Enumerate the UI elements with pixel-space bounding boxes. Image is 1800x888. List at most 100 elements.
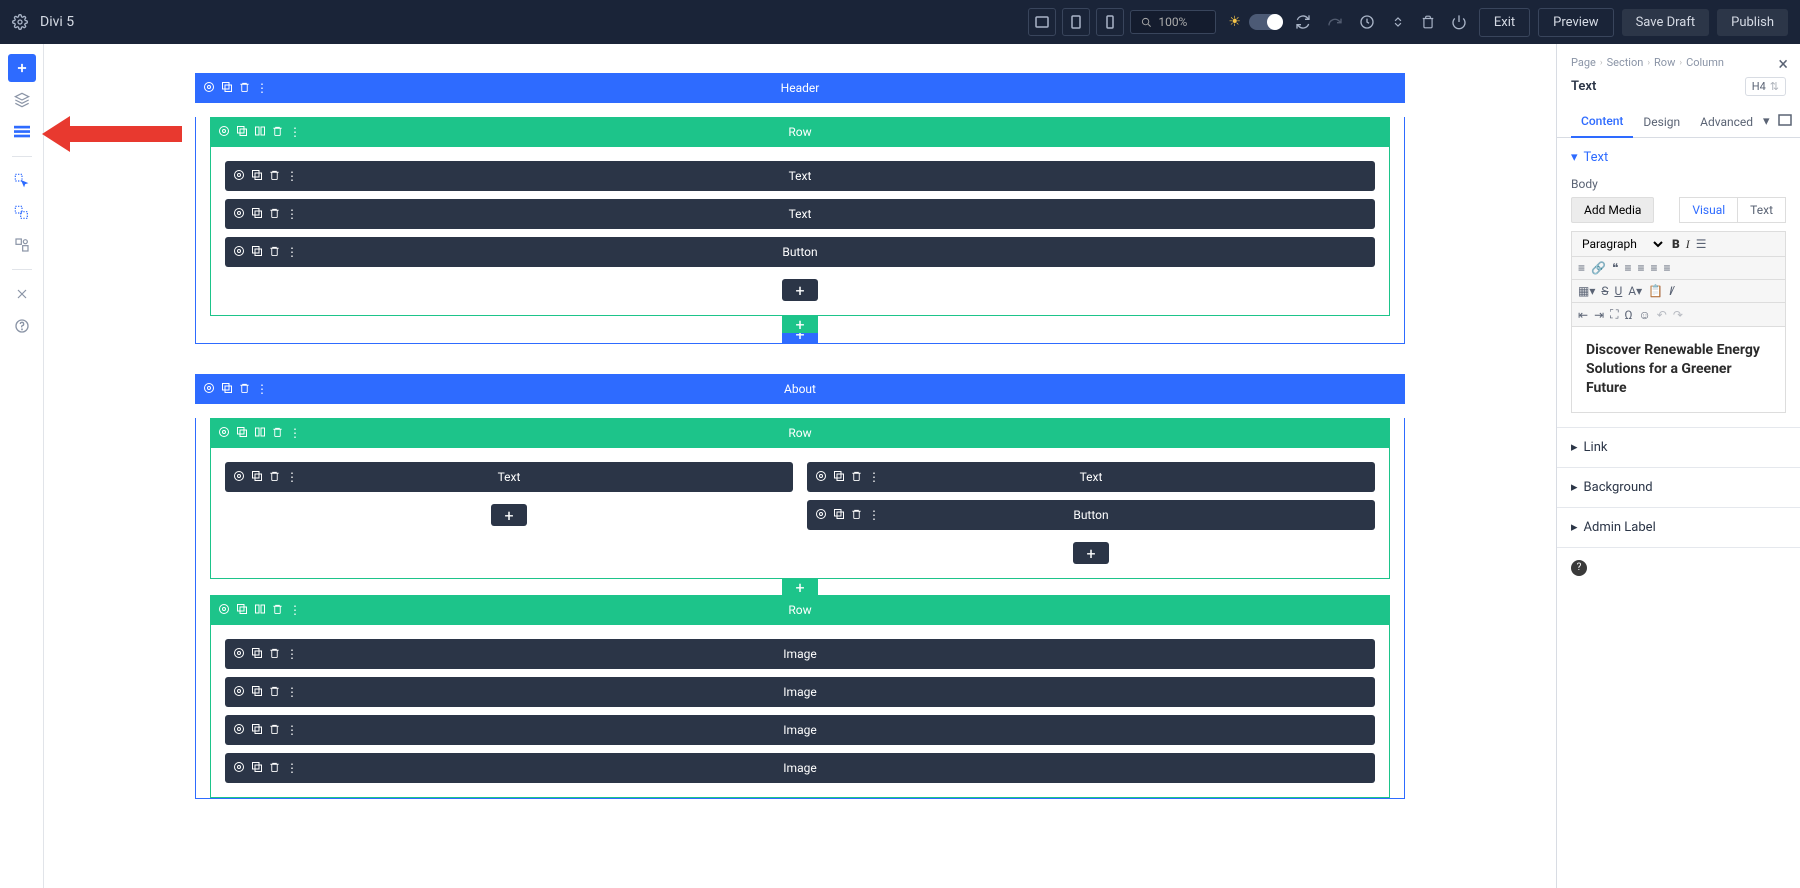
more-icon[interactable]: ⋮ [286, 470, 298, 484]
more-icon[interactable]: ⋮ [286, 207, 298, 221]
tab-content[interactable]: Content [1571, 106, 1633, 138]
settings-icon[interactable] [203, 81, 215, 95]
more-icon[interactable]: ⋮ [868, 470, 880, 484]
settings-icon[interactable] [815, 508, 827, 522]
module[interactable]: ⋮ Image [225, 639, 1375, 669]
align-left-icon[interactable]: ≡ [1624, 261, 1631, 275]
section-header[interactable]: ⋮ Header [195, 73, 1405, 103]
duplicate-icon[interactable] [251, 761, 263, 775]
add-element-button[interactable] [8, 54, 36, 82]
more-icon[interactable]: ⋮ [286, 169, 298, 183]
row-header[interactable]: ⋮ Row [210, 418, 1390, 448]
module[interactable]: ⋮ Text [225, 462, 793, 492]
wireframe-view-icon[interactable] [8, 118, 36, 146]
more-icon[interactable]: ⋮ [286, 761, 298, 775]
duplicate-icon[interactable] [221, 81, 233, 95]
expand-icon[interactable] [1778, 114, 1792, 129]
duplicate-icon[interactable] [251, 470, 263, 484]
accordion-admin-label[interactable]: ▸ Admin Label [1557, 508, 1800, 547]
add-media-button[interactable]: Add Media [1571, 197, 1654, 223]
power-icon[interactable] [1447, 10, 1471, 34]
columns-icon[interactable] [254, 603, 266, 617]
module[interactable]: ⋮ Button [225, 237, 1375, 267]
underline-icon[interactable]: U [1615, 284, 1623, 298]
row-header[interactable]: ⋮ Row [210, 117, 1390, 147]
tools-icon[interactable] [8, 280, 36, 308]
save-draft-button[interactable]: Save Draft [1622, 9, 1710, 36]
settings-icon[interactable] [233, 207, 245, 221]
tab-dropdown-icon[interactable]: ▾ [1763, 114, 1770, 129]
editor-tab-text[interactable]: Text [1738, 197, 1786, 223]
grid-mode-icon[interactable] [8, 199, 36, 227]
help-icon[interactable] [8, 312, 36, 340]
duplicate-icon[interactable] [251, 647, 263, 661]
text-color-icon[interactable]: A▾ [1628, 284, 1642, 298]
accordion-link[interactable]: ▸ Link [1557, 428, 1800, 467]
delete-icon[interactable] [269, 647, 280, 661]
tab-advanced[interactable]: Advanced [1690, 107, 1763, 137]
breadcrumb-column[interactable]: Column [1686, 56, 1724, 69]
accordion-text[interactable]: ▾ Text [1557, 138, 1800, 177]
more-icon[interactable]: ⋮ [256, 382, 268, 396]
section-header[interactable]: ⋮ About [195, 374, 1405, 404]
more-icon[interactable]: ⋮ [289, 125, 301, 139]
delete-icon[interactable] [272, 125, 283, 139]
close-panel-icon[interactable]: × [1778, 54, 1788, 75]
delete-icon[interactable] [851, 470, 862, 484]
accordion-background[interactable]: ▸ Background [1557, 468, 1800, 507]
settings-icon[interactable] [218, 603, 230, 617]
delete-icon[interactable] [272, 426, 283, 440]
duplicate-icon[interactable] [236, 426, 248, 440]
delete-icon[interactable] [851, 508, 862, 522]
sync-icon[interactable] [1291, 10, 1315, 34]
add-row-button[interactable]: + [782, 315, 818, 333]
theme-toggle[interactable] [1249, 14, 1283, 30]
interactions-icon[interactable] [8, 231, 36, 259]
add-module-button[interactable]: + [491, 504, 527, 526]
paste-icon[interactable]: 📋 [1648, 284, 1663, 298]
duplicate-icon[interactable] [833, 470, 845, 484]
delete-icon[interactable] [269, 169, 280, 183]
click-mode-icon[interactable] [8, 167, 36, 195]
history-icon[interactable] [1355, 10, 1379, 34]
duplicate-icon[interactable] [251, 723, 263, 737]
clear-format-icon[interactable]: I̸ [1669, 284, 1672, 298]
more-icon[interactable]: ⋮ [289, 603, 301, 617]
numbered-list-icon[interactable]: ≡ [1578, 261, 1585, 275]
help-button[interactable]: ? [1571, 560, 1587, 576]
row-header[interactable]: ⋮ Row [210, 595, 1390, 625]
table-icon[interactable]: ▦▾ [1578, 284, 1595, 298]
add-module-button[interactable]: + [782, 279, 818, 301]
indent-icon[interactable]: ⇥ [1594, 308, 1604, 322]
paragraph-select[interactable]: Paragraph [1578, 236, 1666, 252]
duplicate-icon[interactable] [236, 603, 248, 617]
duplicate-icon[interactable] [221, 382, 233, 396]
more-icon[interactable]: ⋮ [286, 647, 298, 661]
quote-icon[interactable]: ❝ [1612, 261, 1618, 275]
portability-icon[interactable] [1387, 10, 1409, 34]
layers-icon[interactable] [8, 86, 36, 114]
bold-icon[interactable]: B [1672, 237, 1680, 251]
columns-icon[interactable] [254, 426, 266, 440]
special-char-icon[interactable]: Ω [1625, 308, 1633, 322]
redo-editor-icon[interactable]: ↷ [1673, 308, 1683, 322]
publish-button[interactable]: Publish [1717, 9, 1788, 36]
list-icon[interactable]: ☰ [1696, 237, 1707, 251]
more-icon[interactable]: ⋮ [286, 685, 298, 699]
editor-content[interactable]: Discover Renewable Energy Solutions for … [1572, 327, 1785, 412]
tab-design[interactable]: Design [1633, 107, 1690, 137]
heading-level-badge[interactable]: H4⇅ [1745, 77, 1786, 96]
exit-button[interactable]: Exit [1479, 8, 1530, 37]
module[interactable]: ⋮ Image [225, 753, 1375, 783]
add-module-button[interactable]: + [1073, 542, 1109, 564]
duplicate-icon[interactable] [251, 685, 263, 699]
settings-icon[interactable] [233, 245, 245, 259]
delete-icon[interactable] [269, 723, 280, 737]
module[interactable]: ⋮ Text [225, 161, 1375, 191]
tablet-device-button[interactable] [1062, 8, 1090, 36]
breadcrumb-page[interactable]: Page [1571, 56, 1596, 69]
delete-icon[interactable] [269, 685, 280, 699]
undo-icon[interactable]: ↶ [1657, 308, 1667, 322]
delete-icon[interactable] [269, 470, 280, 484]
delete-icon[interactable] [239, 382, 250, 396]
